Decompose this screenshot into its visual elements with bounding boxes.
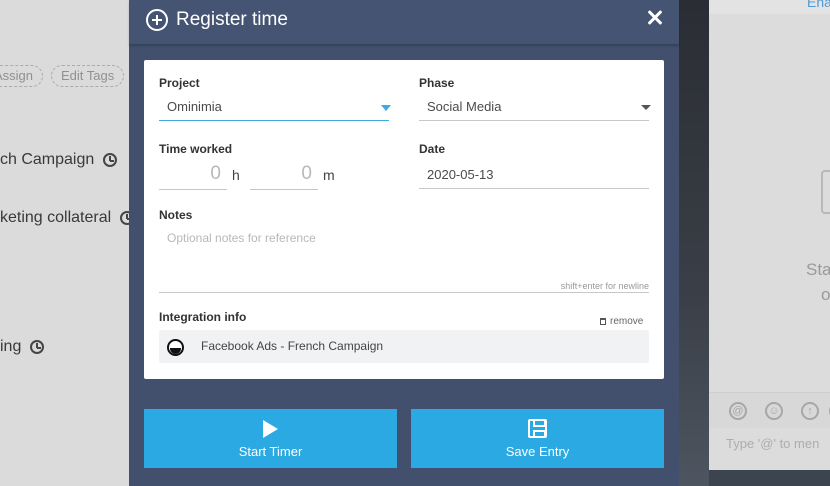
start-timer-button[interactable]: Start Timer	[144, 409, 397, 468]
background-image-strip	[679, 0, 709, 486]
project-select[interactable]: Ominimia	[159, 95, 391, 121]
notes-textarea[interactable]: Optional notes for reference shift+enter…	[159, 225, 649, 293]
phase-label: Phase	[419, 76, 455, 90]
date-label: Date	[419, 142, 446, 156]
plus-circle-icon	[146, 9, 168, 31]
register-time-modal: Register time Project Ominimia Phase Soc…	[129, 0, 679, 486]
upload-icon[interactable]: ↑	[801, 402, 819, 420]
chevron-down-icon	[641, 105, 651, 110]
empty-state-text: Sta	[806, 260, 830, 279]
save-entry-button[interactable]: Save Entry	[411, 409, 664, 468]
emoji-icon[interactable]: ☺	[765, 402, 783, 420]
overlay-dim	[0, 0, 129, 486]
trash-icon	[600, 318, 606, 325]
integration-item: Facebook Ads - French Campaign	[159, 330, 649, 363]
project-label: Project	[159, 76, 200, 90]
minutes-input[interactable]: 0	[250, 159, 318, 190]
save-entry-label: Save Entry	[505, 444, 570, 459]
close-icon[interactable]	[643, 6, 667, 30]
floppy-disk-icon	[528, 419, 547, 438]
date-input[interactable]: 2020-05-13	[419, 163, 649, 189]
form-card: Project Ominimia Phase Social Media Time…	[144, 60, 664, 379]
document-icon	[821, 170, 830, 214]
phase-value: Social Media	[427, 99, 502, 114]
background-page-right: Ena Sta o @ ☺ ↑ ‹ Type '@' to men	[709, 0, 830, 486]
hours-unit: h	[232, 167, 240, 183]
chevron-down-icon	[381, 105, 391, 111]
bottom-strip	[709, 470, 830, 486]
mention-icon[interactable]: @	[729, 402, 747, 420]
notes-placeholder: Optional notes for reference	[167, 231, 316, 245]
integration-app-icon	[167, 339, 184, 356]
modal-header: Register time	[129, 0, 679, 44]
newline-hint: shift+enter for newline	[560, 281, 649, 291]
integration-name: Facebook Ads - French Campaign	[201, 339, 384, 353]
minutes-unit: m	[323, 167, 335, 183]
header-link[interactable]: Ena	[807, 0, 830, 10]
remove-label: remove	[610, 316, 644, 327]
modal-footer: Start Timer Save Entry	[129, 393, 679, 486]
modal-title: Register time	[176, 9, 288, 30]
notes-label: Notes	[159, 208, 193, 222]
start-timer-label: Start Timer	[238, 444, 303, 459]
date-value: 2020-05-13	[427, 167, 494, 182]
project-value: Ominimia	[167, 99, 222, 114]
play-icon	[263, 420, 278, 438]
empty-state-text: o	[821, 285, 830, 304]
remove-integration-button[interactable]: remove	[600, 316, 643, 327]
background-page-left: Assign Edit Tags ch Campaign keting coll…	[0, 0, 129, 486]
integration-label: Integration info	[159, 310, 247, 324]
comment-input[interactable]: Type '@' to men	[726, 436, 819, 451]
hours-input[interactable]: 0	[159, 159, 227, 190]
phase-select[interactable]: Social Media	[419, 95, 651, 121]
time-worked-label: Time worked	[159, 142, 233, 156]
